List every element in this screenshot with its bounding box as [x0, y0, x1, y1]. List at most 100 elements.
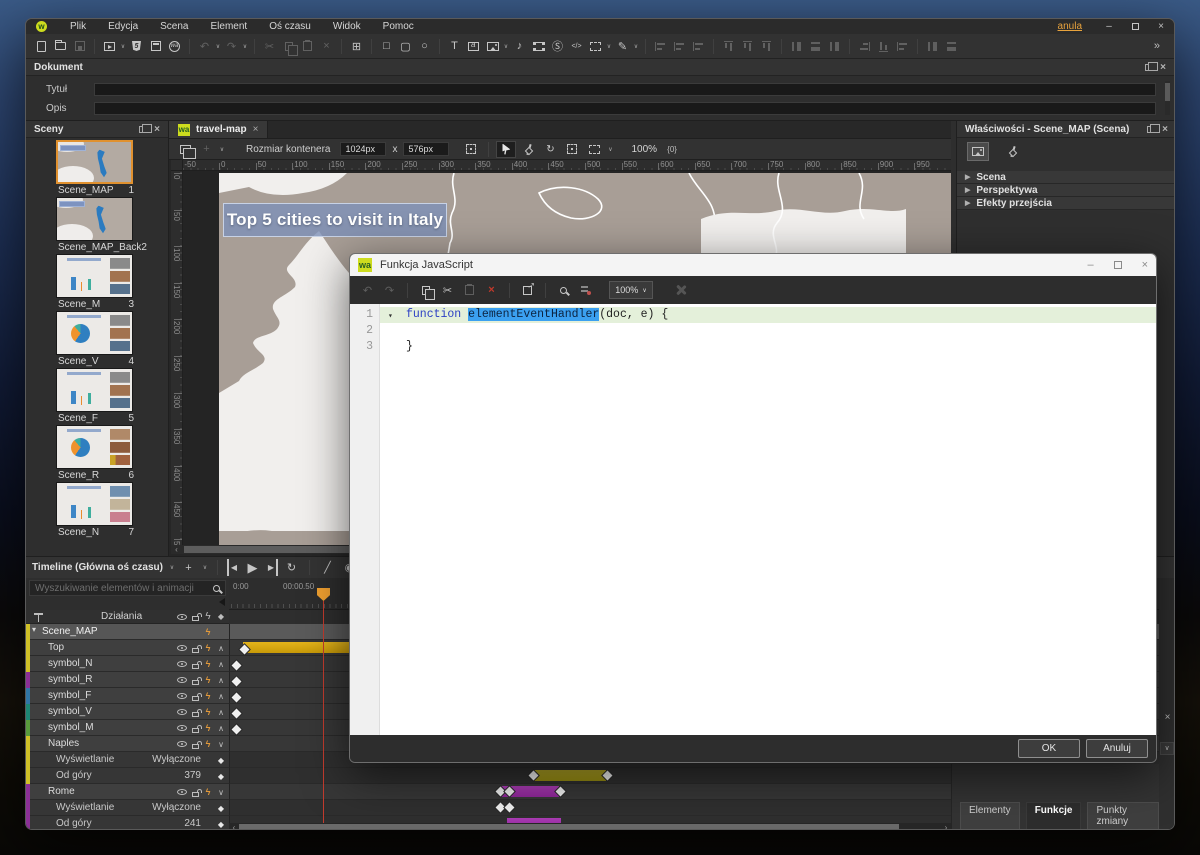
actions-column-icon[interactable]: ϟ	[202, 611, 214, 622]
scene-list-item[interactable]: Scene_N 7	[26, 480, 168, 537]
visibility-icon[interactable]	[176, 785, 188, 799]
loop-icon[interactable]: ↻	[283, 559, 300, 576]
paste-icon[interactable]	[461, 282, 478, 299]
embed-html-icon[interactable]: </>	[568, 38, 585, 55]
container-height-input[interactable]: 576px	[403, 142, 449, 156]
visibility-icon[interactable]	[176, 721, 188, 735]
timeline-row-label-cell[interactable]: ▾ symbol_N ϟ ∧ ◆	[26, 656, 229, 672]
redo-icon[interactable]: ↷	[223, 38, 240, 55]
tab-close-icon[interactable]: ×	[253, 124, 259, 135]
scene-thumbnail[interactable]	[56, 311, 133, 355]
dokument-scrollbar[interactable]	[1165, 81, 1170, 115]
code-line-2[interactable]	[380, 323, 1156, 339]
scene-list-item[interactable]: Scene_MAP 1	[26, 138, 168, 195]
scroll-left-icon[interactable]: ‹	[171, 545, 182, 554]
maximize-button[interactable]	[1122, 19, 1148, 34]
rectangle-tool-icon[interactable]: □	[378, 38, 395, 55]
new-document-icon[interactable]	[33, 38, 50, 55]
shape-tool-icon[interactable]	[587, 38, 604, 55]
scene-thumbnail[interactable]	[56, 254, 133, 298]
scene-list-item[interactable]: Scene_F 5	[26, 366, 168, 423]
menu-scena[interactable]: Scena	[149, 19, 199, 34]
align-middle-icon[interactable]	[739, 38, 756, 55]
actions-lightning-icon[interactable]: ϟ	[202, 689, 214, 703]
dialog-minimize-icon[interactable]: –	[1087, 259, 1093, 271]
keyframe-diamond-icon[interactable]: ◆	[215, 817, 227, 830]
timeline-row-label-cell[interactable]: ▾ Wyświetlanie Wyłączone ϟ ∧ ◆	[26, 800, 229, 816]
align-right-icon[interactable]	[690, 38, 707, 55]
minimize-button[interactable]: –	[1096, 19, 1122, 34]
paste-icon[interactable]	[299, 38, 316, 55]
menu-os-czasu[interactable]: Oś czasu	[258, 19, 322, 34]
cancel-button[interactable]: Anuluj	[1086, 739, 1148, 758]
code-lines[interactable]: ▾ function elementEventHandler(doc, e) {…	[380, 304, 1156, 737]
timeline-row-label-cell[interactable]: ▾ Scene_MAP ϟ ∧ ◆	[26, 624, 229, 640]
ok-button[interactable]: OK	[1018, 739, 1080, 758]
scroll-thumb[interactable]	[239, 824, 899, 830]
rounded-rect-tool-icon[interactable]: ▢	[397, 38, 414, 55]
package-export-icon[interactable]	[147, 38, 164, 55]
same-height-icon[interactable]	[856, 38, 873, 55]
edit-external-icon[interactable]	[519, 282, 536, 299]
visibility-icon[interactable]	[176, 657, 188, 671]
lock-icon[interactable]	[189, 641, 201, 655]
visibility-icon[interactable]	[176, 673, 188, 687]
text-tool-icon[interactable]: T	[446, 38, 463, 55]
scene-properties-icon[interactable]	[967, 142, 989, 161]
export-html5-icon[interactable]: 5	[128, 38, 145, 55]
lock-icon[interactable]	[189, 673, 201, 687]
anchor-edit-tool-icon[interactable]	[518, 141, 538, 158]
collapse-chevron-icon[interactable]: ∧	[215, 689, 227, 703]
collapse-chevron-icon[interactable]: ∧	[215, 657, 227, 671]
zoom-level[interactable]: 100%	[631, 144, 657, 155]
tab-travel-map[interactable]: wa travel-map ×	[169, 121, 268, 138]
scroll-left-icon[interactable]: ‹	[229, 823, 239, 830]
tytul-field[interactable]	[94, 83, 1156, 96]
align-center-icon[interactable]	[671, 38, 688, 55]
delete-icon[interactable]: ×	[483, 282, 500, 299]
play-icon[interactable]: ▶	[244, 559, 261, 576]
fold-caret-icon[interactable]: ▾	[388, 309, 393, 325]
collapse-marker-icon[interactable]	[219, 598, 225, 606]
actions-lightning-icon[interactable]: ϟ	[202, 673, 214, 687]
lock-icon[interactable]	[189, 785, 201, 799]
keyframe-column-icon[interactable]: ◆	[215, 612, 227, 621]
visibility-icon[interactable]	[176, 737, 188, 751]
opis-field[interactable]	[94, 102, 1156, 115]
visibility-icon[interactable]	[176, 641, 188, 655]
ellipse-tool-icon[interactable]: ○	[416, 38, 433, 55]
scroll-down-icon[interactable]: ∨	[1160, 742, 1174, 755]
timeline-h-scrollbar[interactable]: ‹ ›	[229, 823, 951, 830]
scale-tool-icon[interactable]	[562, 141, 582, 158]
add-scene-chevron-icon[interactable]: ∨	[218, 146, 226, 153]
visibility-icon[interactable]	[176, 689, 188, 703]
float-panel-icon[interactable]	[1145, 64, 1153, 71]
lock-icon[interactable]	[189, 689, 201, 703]
scene-thumbnail[interactable]	[56, 482, 133, 526]
visibility-icon[interactable]	[176, 705, 188, 719]
delete-icon[interactable]: ×	[318, 38, 335, 55]
collapse-chevron-icon[interactable]: ∧	[215, 641, 227, 655]
open-icon[interactable]	[52, 38, 69, 55]
actions-lightning-icon[interactable]: ϟ	[202, 785, 214, 799]
space-evenly-icon[interactable]	[943, 38, 960, 55]
image-chevron-icon[interactable]: ∨	[502, 43, 510, 50]
menu-widok[interactable]: Widok	[322, 19, 372, 34]
close-panel-icon[interactable]: ×	[1162, 124, 1168, 135]
search-icon[interactable]	[555, 282, 572, 299]
same-width-icon[interactable]	[826, 38, 843, 55]
undo-icon[interactable]: ↶	[359, 282, 376, 299]
timeline-row-label-cell[interactable]: ▾ Wyświetlanie Wyłączone ϟ ∧ ◆	[26, 752, 229, 768]
keyframe-diamond-icon[interactable]: ◆	[215, 769, 227, 783]
preview-browser-icon[interactable]	[101, 38, 118, 55]
code-editor[interactable]: 1 2 3 ▾ function elementEventHandler(doc…	[350, 304, 1156, 737]
replace-icon[interactable]	[577, 282, 594, 299]
add-timeline-icon[interactable]: +	[180, 559, 197, 576]
skip-to-start-icon[interactable]: ◀	[227, 559, 239, 576]
text-field-icon[interactable]	[465, 38, 482, 55]
lock-icon[interactable]	[189, 737, 201, 751]
save-icon[interactable]	[71, 38, 88, 55]
audio-tool-icon[interactable]: ♪	[511, 38, 528, 55]
symbol-tool-icon[interactable]: Ⓢ	[549, 38, 566, 55]
close-button[interactable]: ×	[1148, 19, 1174, 34]
